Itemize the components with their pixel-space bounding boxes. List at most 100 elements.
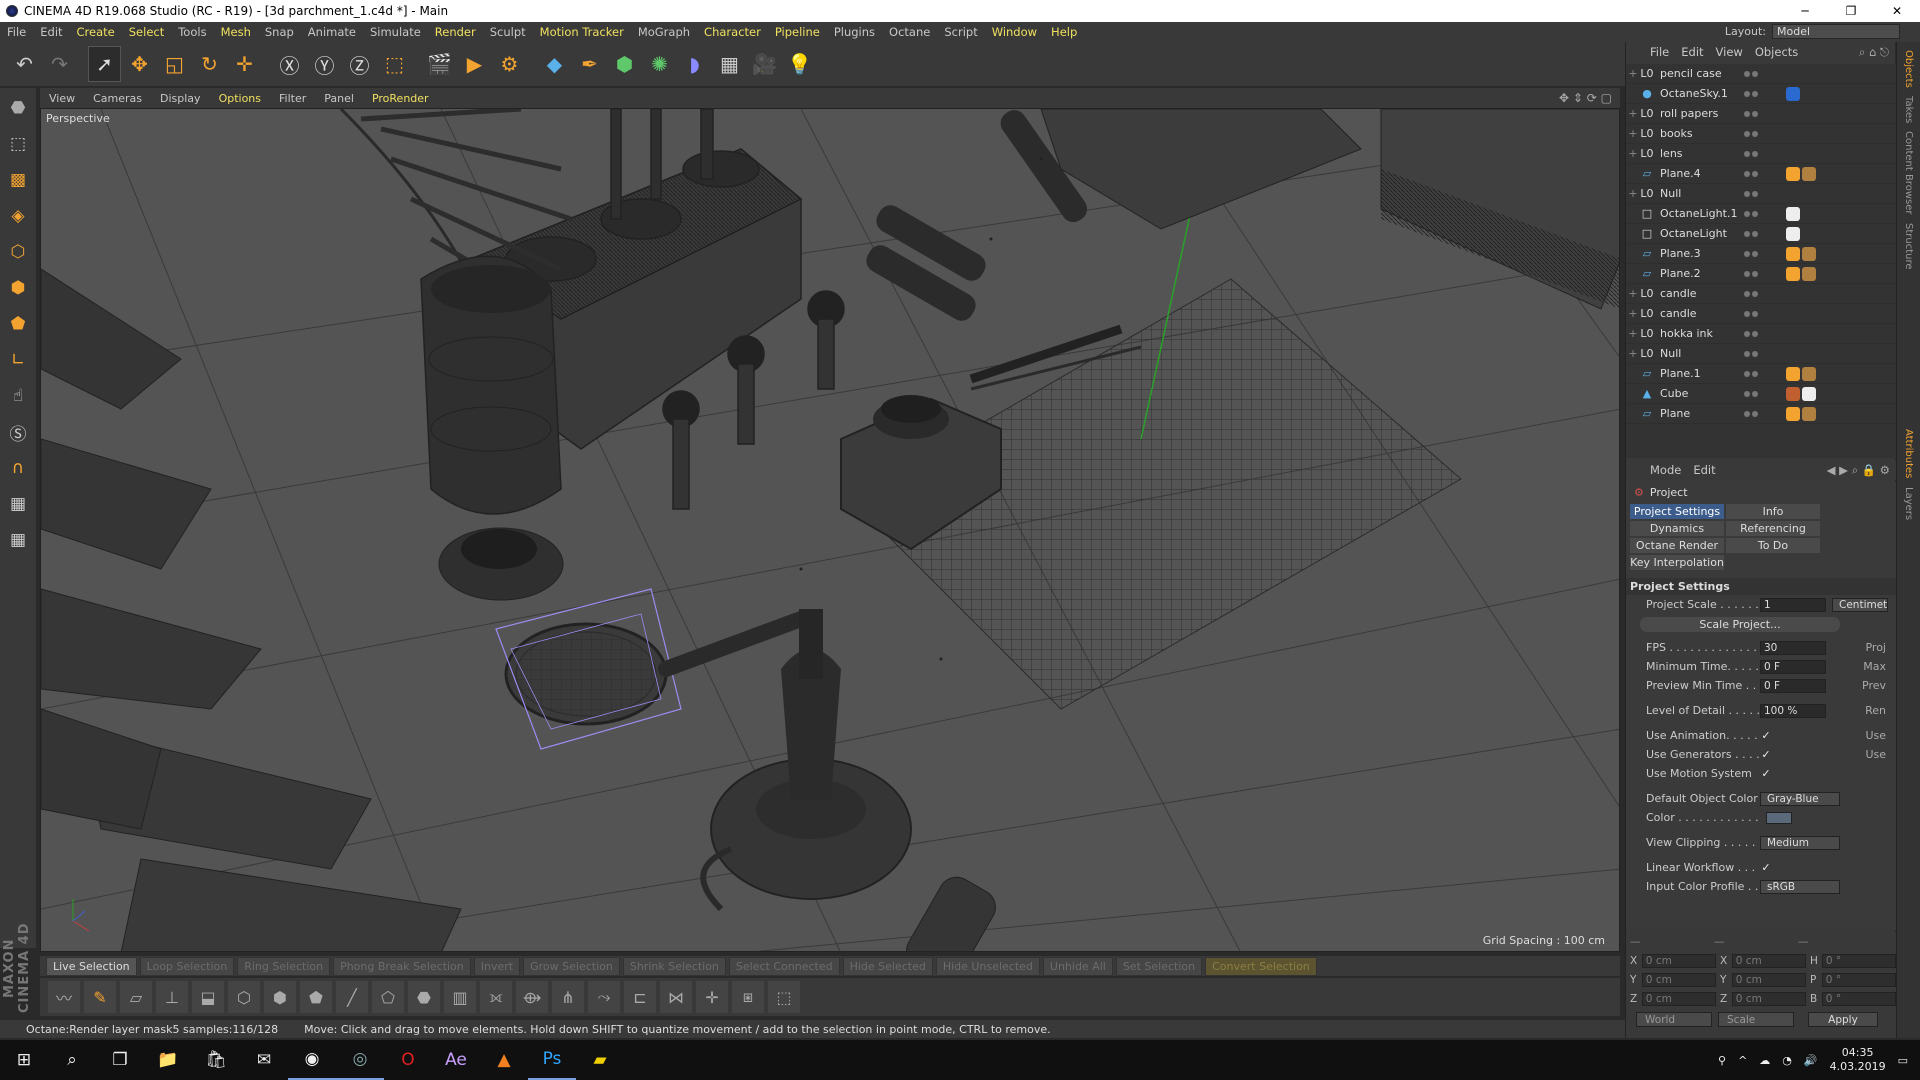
position-y-field[interactable]: 0 cm	[1641, 972, 1716, 987]
object-row[interactable]: + L0 Null	[1626, 184, 1896, 204]
size-y-field[interactable]: 0 cm	[1731, 972, 1806, 987]
hide-selected-button[interactable]: Hide Selected	[842, 956, 933, 976]
menu-render[interactable]: Render	[428, 25, 483, 39]
connect-objects-icon[interactable]: ⬚	[768, 981, 800, 1013]
people-icon[interactable]: ⚲	[1718, 1054, 1726, 1067]
object-row[interactable]: ▲ Cube	[1626, 384, 1896, 404]
object-name[interactable]: pencil case	[1660, 67, 1744, 80]
wifi-icon[interactable]: ◔	[1782, 1054, 1792, 1067]
apply-button[interactable]: Apply	[1808, 1012, 1878, 1027]
search-icon[interactable]: ⌕	[48, 1040, 96, 1080]
visibility-dots-icon[interactable]	[1744, 210, 1764, 217]
extrude-inner-icon[interactable]: ⬓	[192, 981, 224, 1013]
menu-file[interactable]: File	[0, 25, 33, 39]
rotation-p-field[interactable]: 0 °	[1821, 972, 1896, 987]
expand-toggle-icon[interactable]: +	[1626, 127, 1640, 140]
visibility-dots-icon[interactable]	[1744, 350, 1764, 357]
object-row[interactable]: + L0 candle	[1626, 304, 1896, 324]
om-menu-file[interactable]: File	[1650, 45, 1669, 59]
side-tab-attributes[interactable]: Attributes	[1903, 429, 1914, 478]
line-cut-icon[interactable]: ╱	[336, 981, 368, 1013]
subdivision-surface-icon[interactable]: ⬢	[608, 46, 641, 82]
object-name[interactable]: Plane.3	[1660, 247, 1744, 260]
material-tags[interactable]	[1786, 206, 1800, 221]
extrude-icon[interactable]: ⊥	[156, 981, 188, 1013]
edges-mode-icon[interactable]: ⬢	[3, 272, 33, 304]
polygon-pen-icon[interactable]: ⬠	[372, 981, 404, 1013]
material-tags[interactable]	[1786, 386, 1816, 401]
viewport-menu-prorender[interactable]: ProRender	[363, 92, 438, 105]
menu-tools[interactable]: Tools	[171, 25, 213, 39]
tab-project-settings[interactable]: Project Settings	[1630, 504, 1724, 519]
tab-info[interactable]: Info	[1726, 504, 1820, 519]
object-name[interactable]: Cube	[1660, 387, 1744, 400]
menu-snap[interactable]: Snap	[258, 25, 301, 39]
object-name[interactable]: books	[1660, 127, 1744, 140]
live-selection-button[interactable]: Live Selection	[46, 956, 137, 976]
menu-plugins[interactable]: Plugins	[827, 25, 882, 39]
viewport-menu-panel[interactable]: Panel	[315, 92, 363, 105]
side-tab-layers[interactable]: Layers	[1903, 487, 1914, 520]
side-tab-content-browser[interactable]: Content Browser	[1903, 131, 1914, 214]
visibility-dots-icon[interactable]	[1744, 90, 1764, 97]
object-name[interactable]: Plane.1	[1660, 367, 1744, 380]
menu-help[interactable]: Help	[1044, 25, 1084, 39]
menu-animate[interactable]: Animate	[301, 25, 363, 39]
deformer-icon[interactable]: ◗	[678, 46, 711, 82]
visibility-dots-icon[interactable]	[1744, 310, 1764, 317]
visibility-dots-icon[interactable]	[1744, 410, 1764, 417]
expand-toggle-icon[interactable]: +	[1626, 327, 1640, 340]
project-scale-field[interactable]: 1	[1760, 597, 1826, 612]
select-connected-button[interactable]: Select Connected	[728, 956, 840, 976]
smooth-shift-icon[interactable]: ⋈	[660, 981, 692, 1013]
object-row[interactable]: + L0 Null	[1626, 344, 1896, 364]
undo-icon[interactable]: ↶	[8, 46, 41, 82]
menu-sculpt[interactable]: Sculpt	[483, 25, 533, 39]
visibility-dots-icon[interactable]	[1744, 250, 1764, 257]
object-name[interactable]: OctaneSky.1	[1660, 87, 1744, 100]
object-row[interactable]: + L0 hokka ink	[1626, 324, 1896, 344]
tweak-mode-icon[interactable]: ☝	[3, 380, 33, 412]
material-tags[interactable]	[1786, 86, 1800, 101]
move-tool-icon[interactable]: ✥	[123, 46, 156, 82]
iron-icon[interactable]: ⟴	[516, 981, 548, 1013]
menu-select[interactable]: Select	[122, 25, 171, 39]
object-row[interactable]: ▱ Plane.3	[1626, 244, 1896, 264]
material-tag-icon[interactable]	[1802, 406, 1816, 421]
viewport-menu-cameras[interactable]: Cameras	[84, 92, 151, 105]
expand-toggle-icon[interactable]: +	[1626, 147, 1640, 160]
scale-tool-icon[interactable]: ◱	[158, 46, 191, 82]
material-tag-icon[interactable]	[1802, 166, 1816, 181]
menu-create[interactable]: Create	[70, 25, 122, 39]
object-row[interactable]: + L0 pencil case	[1626, 64, 1896, 84]
world-dropdown[interactable]: World	[1636, 1012, 1712, 1027]
object-row[interactable]: ● OctaneSky.1	[1626, 84, 1896, 104]
menu-mograph[interactable]: MoGraph	[631, 25, 697, 39]
volume-icon[interactable]: 🔊	[1804, 1054, 1818, 1067]
render-view-icon[interactable]: 🎬	[423, 46, 456, 82]
material-tags[interactable]	[1786, 166, 1816, 181]
tray-chevron-icon[interactable]: ^	[1738, 1054, 1747, 1067]
am-menu-mode[interactable]: Mode	[1650, 463, 1681, 477]
grow-selection-button[interactable]: Grow Selection	[523, 956, 620, 976]
expand-toggle-icon[interactable]: +	[1626, 67, 1640, 80]
object-name[interactable]: Plane	[1660, 407, 1744, 420]
object-row[interactable]: ▱ Plane.4	[1626, 164, 1896, 184]
loop-selection-button[interactable]: Loop Selection	[139, 956, 235, 976]
material-tag-icon[interactable]	[1802, 246, 1816, 261]
task-view-icon[interactable]: ❐	[96, 1040, 144, 1080]
om-menu-edit[interactable]: Edit	[1681, 45, 1703, 59]
menu-edit[interactable]: Edit	[33, 25, 69, 39]
expand-toggle-icon[interactable]: +	[1626, 347, 1640, 360]
align-normals-icon[interactable]: ✛	[696, 981, 728, 1013]
store-icon[interactable]: 🛍	[192, 1040, 240, 1080]
recent-tool-icon[interactable]: ✛	[228, 46, 261, 82]
menu-script[interactable]: Script	[937, 25, 984, 39]
polygons-mode-icon[interactable]: ⬟	[3, 308, 33, 340]
menu-motion-tracker[interactable]: Motion Tracker	[533, 25, 631, 39]
loop-cut-icon[interactable]: ⬣	[408, 981, 440, 1013]
cinema4d-taskbar-icon[interactable]: ◎	[336, 1040, 384, 1080]
magnet-icon[interactable]: ∩	[3, 452, 33, 484]
visibility-dots-icon[interactable]	[1744, 110, 1764, 117]
material-tags[interactable]	[1786, 406, 1816, 421]
